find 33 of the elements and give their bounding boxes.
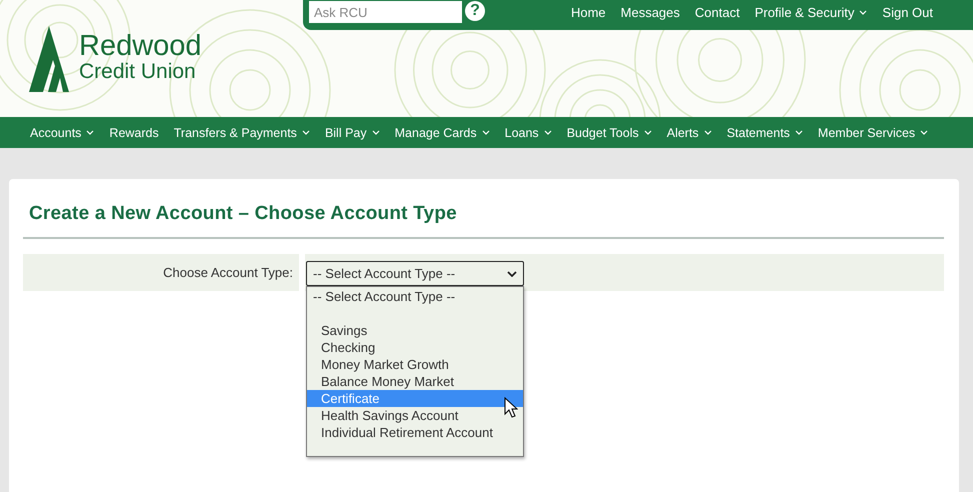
dropdown-option[interactable]: Money Market Growth bbox=[307, 356, 523, 373]
top-link[interactable]: Contact bbox=[694, 4, 740, 20]
top-link[interactable]: Profile & Security bbox=[754, 4, 868, 20]
nav-item[interactable]: Bill Pay bbox=[324, 126, 380, 140]
logo-subtitle: Credit Union bbox=[79, 61, 197, 82]
chevron-down-icon bbox=[507, 270, 517, 276]
nav-item[interactable]: Rewards bbox=[109, 126, 159, 140]
page-title: Create a New Account – Choose Account Type bbox=[29, 203, 458, 226]
nav-item[interactable]: Transfers & Payments bbox=[174, 126, 310, 140]
nav-item[interactable]: Member Services bbox=[818, 126, 928, 140]
dropdown-option[interactable]: Certificate bbox=[307, 390, 523, 407]
nav-item[interactable]: Loans bbox=[504, 126, 552, 140]
logo-name: Redwood bbox=[79, 32, 202, 61]
dropdown-option[interactable]: -- Select Account Type -- bbox=[307, 288, 523, 305]
nav-item[interactable]: Budget Tools bbox=[566, 126, 652, 140]
nav-item[interactable]: Manage Cards bbox=[394, 126, 490, 140]
dropdown-option[interactable]: Balance Money Market bbox=[307, 373, 523, 390]
account-type-select[interactable]: -- Select Account Type -- bbox=[306, 261, 524, 286]
search-field[interactable]: Ask RCU bbox=[309, 1, 462, 23]
top-link[interactable]: Messages bbox=[620, 4, 680, 20]
nav-item[interactable]: Accounts bbox=[30, 126, 94, 140]
nav-item[interactable]: Statements bbox=[726, 126, 803, 140]
dropdown-option[interactable]: Savings bbox=[307, 322, 523, 339]
field-label: Choose Account Type: bbox=[23, 254, 299, 291]
dropdown-option[interactable]: Checking bbox=[307, 339, 523, 356]
tree-logo-icon bbox=[29, 26, 69, 92]
help-icon[interactable]: ? bbox=[465, 1, 485, 21]
dropdown-option[interactable]: Health Savings Account bbox=[307, 407, 523, 424]
cursor-icon bbox=[504, 397, 518, 419]
top-link[interactable]: Home bbox=[570, 4, 606, 20]
dropdown-option[interactable]: Individual Retirement Account bbox=[307, 424, 523, 441]
nav-item[interactable]: Alerts bbox=[666, 126, 712, 140]
top-link[interactable]: Sign Out bbox=[882, 4, 933, 20]
